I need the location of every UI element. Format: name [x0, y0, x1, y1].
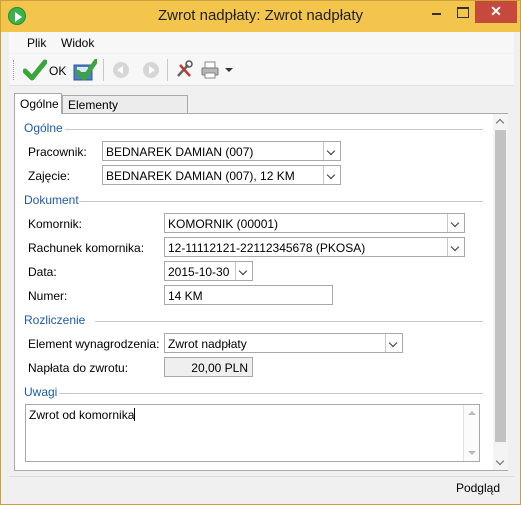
save-check-icon[interactable] [73, 59, 97, 81]
bailiff-account-value: 12-11112121-22112345678 (PKOSA) [168, 241, 366, 255]
toolbar: OK [9, 54, 514, 86]
job-select[interactable]: BEDNAREK DAMIAN (007), 12 KM [102, 165, 341, 185]
bailiff-value: KOMORNIK (00001) [168, 217, 279, 231]
scroll-down-icon[interactable] [496, 461, 505, 466]
close-button[interactable]: ✕ [475, 1, 517, 23]
toolbar-grip [13, 60, 16, 80]
title-bar[interactable]: Zwrot nadpłaty: Zwrot nadpłaty ✕ [1, 1, 520, 32]
chevron-down-icon[interactable] [323, 142, 340, 160]
salary-element-value: Zwrot nadpłaty [168, 337, 247, 351]
section-general: Ogólne [24, 121, 63, 135]
ok-button-label[interactable]: OK [49, 64, 66, 78]
scroll-down-icon[interactable] [468, 451, 476, 455]
tools-icon[interactable] [175, 60, 193, 80]
employee-select[interactable]: BEDNAREK DAMIAN (007) [102, 141, 341, 161]
window: Zwrot nadpłaty: Zwrot nadpłaty ✕ Plik Wi… [0, 0, 521, 505]
tab-panel-general: Ogólne Pracownik: BEDNAREK DAMIAN (007) … [14, 113, 508, 471]
job-value: BEDNAREK DAMIAN (007), 12 KM [106, 169, 295, 183]
job-label: Zajęcie: [28, 169, 71, 183]
text-caret [134, 408, 136, 421]
status-text: Podgląd [455, 481, 500, 495]
chevron-down-icon[interactable] [323, 166, 340, 184]
notes-text: Zwrot od komornika [29, 408, 135, 422]
number-value: 14 KM [168, 289, 203, 303]
bailiff-account-select[interactable]: 12-11112121-22112345678 (PKOSA) [164, 237, 465, 257]
section-settlement: Rozliczenie [24, 313, 86, 327]
divider [79, 201, 483, 202]
scroll-up-icon[interactable] [496, 118, 505, 123]
ok-check-icon[interactable] [23, 59, 47, 81]
refund-amount-field: 20,00 PLN [164, 357, 253, 377]
toolbar-separator [167, 59, 168, 81]
divider [95, 321, 483, 322]
chevron-down-icon[interactable] [447, 214, 464, 232]
refund-amount-value: 20,00 PLN [191, 361, 248, 375]
tab-salary-elements[interactable]: Elementy wynagrodzenia [62, 95, 188, 126]
chevron-down-icon[interactable] [447, 238, 464, 256]
minimize-button[interactable] [423, 1, 449, 23]
notes-textarea[interactable]: Zwrot od komornika [25, 404, 480, 462]
chevron-down-icon[interactable] [225, 68, 233, 72]
maximize-button[interactable] [449, 1, 475, 23]
tab-general[interactable]: Ogólne [14, 93, 62, 114]
back-arrow-icon[interactable] [113, 62, 129, 78]
section-notes: Uwagi [24, 385, 58, 399]
employee-value: BEDNAREK DAMIAN (007) [106, 145, 254, 159]
menu-bar: Plik Widok [9, 32, 514, 53]
menu-plik[interactable]: Plik [27, 36, 46, 50]
toolbar-separator [103, 59, 104, 81]
menu-widok[interactable]: Widok [61, 36, 94, 50]
divider [59, 393, 483, 394]
bailiff-select[interactable]: KOMORNIK (00001) [164, 213, 465, 233]
divider [65, 129, 483, 130]
date-label: Data: [28, 265, 57, 279]
employee-label: Pracownik: [28, 145, 87, 159]
section-document: Dokument [24, 193, 79, 207]
forward-arrow-icon[interactable] [143, 62, 159, 78]
salary-element-select[interactable]: Zwrot nadpłaty [164, 333, 403, 353]
status-bar: Podgląd [9, 476, 514, 498]
printer-icon[interactable] [201, 60, 219, 80]
scrollbar-thumb[interactable] [495, 130, 506, 442]
date-picker[interactable]: 2015-10-30 [164, 261, 253, 281]
date-value: 2015-10-30 [168, 265, 230, 279]
number-input[interactable]: 14 KM [164, 285, 333, 305]
salary-element-label: Element wynagrodzenia: [28, 337, 160, 351]
number-label: Numer: [28, 289, 68, 303]
refund-label: Napłata do zwrotu: [28, 361, 129, 375]
notes-scrollbar[interactable] [463, 405, 479, 461]
bailiff-account-label: Rachunek komornika: [28, 241, 145, 255]
chevron-down-icon[interactable] [235, 262, 252, 280]
scroll-up-icon[interactable] [468, 411, 476, 415]
chevron-down-icon[interactable] [385, 334, 402, 352]
bailiff-label: Komornik: [28, 217, 83, 231]
panel-scrollbar[interactable] [493, 114, 508, 470]
